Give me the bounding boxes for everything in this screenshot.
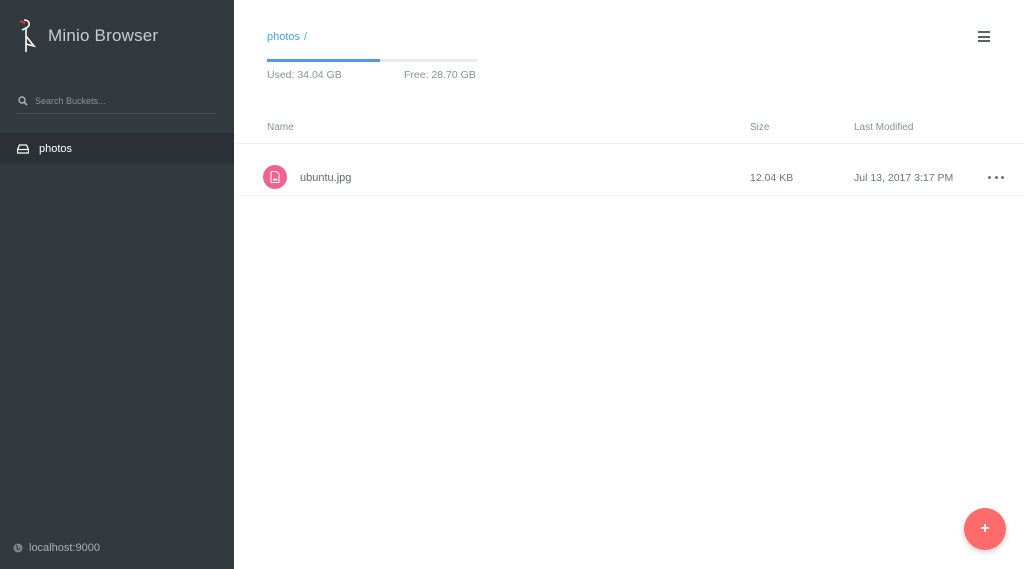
storage-usage-bar: [267, 59, 477, 62]
file-list-header: Name Size Last Modified: [234, 108, 1024, 144]
host-indicator: localhost:9000: [12, 542, 100, 554]
sidebar: Minio Browser photos localhost:9000: [0, 0, 234, 569]
storage-free: Free: 28.70 GB: [404, 69, 476, 81]
breadcrumb: photos /: [267, 31, 307, 43]
plus-icon: +: [980, 520, 990, 537]
bucket-search: [16, 88, 216, 114]
app-logo[interactable]: Minio Browser: [16, 18, 158, 54]
sidebar-item-photos[interactable]: photos: [0, 133, 234, 164]
file-name[interactable]: ubuntu.jpg: [300, 172, 351, 184]
column-name[interactable]: Name: [267, 122, 294, 133]
search-icon: [16, 94, 30, 108]
table-row[interactable]: ubuntu.jpg 12.04 KB Jul 13, 2017 3:17 PM: [234, 158, 1024, 196]
column-last-modified[interactable]: Last Modified: [854, 122, 913, 133]
storage-used: Used: 34.04 GB: [267, 69, 342, 81]
breadcrumb-bucket[interactable]: photos: [267, 31, 300, 43]
app-title: Minio Browser: [48, 26, 159, 45]
add-button[interactable]: +: [964, 508, 1006, 550]
image-file-icon: [263, 165, 287, 189]
host-label: localhost:9000: [29, 542, 100, 554]
minio-crane-icon: [16, 18, 40, 54]
drive-icon: [16, 142, 30, 156]
column-size[interactable]: Size: [750, 122, 769, 133]
bucket-label: photos: [39, 142, 73, 155]
search-buckets-input[interactable]: [35, 95, 205, 106]
breadcrumb-separator: /: [304, 31, 308, 43]
storage-usage-fill: [267, 59, 381, 62]
main-panel: photos / Used: 34.04 GB Free: 28.70 GB N…: [234, 0, 1024, 569]
globe-icon: [12, 542, 24, 554]
hamburger-menu-icon[interactable]: [978, 31, 992, 45]
more-horizontal-icon[interactable]: [988, 171, 1004, 183]
file-last-modified: Jul 13, 2017 3:17 PM: [854, 172, 954, 184]
file-size: 12.04 KB: [750, 172, 794, 184]
